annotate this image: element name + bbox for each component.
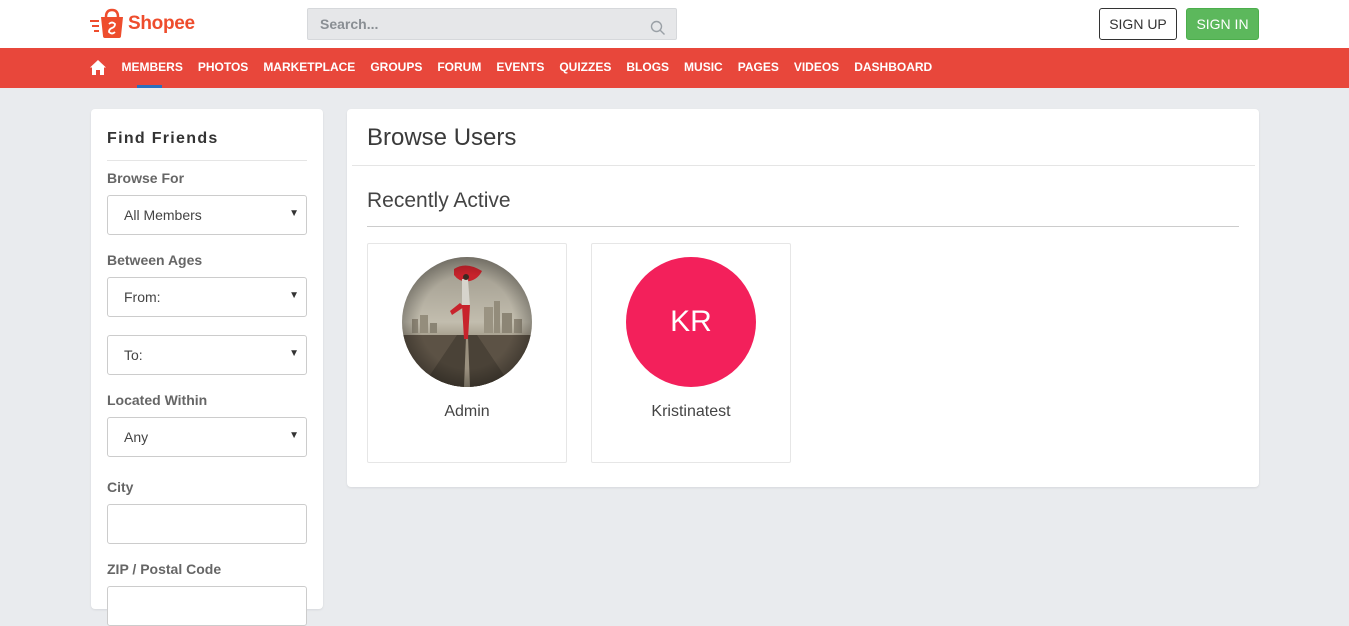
nav-items: MEMBERS PHOTOS MARKETPLACE GROUPS FORUM … xyxy=(114,48,940,88)
located-within-select[interactable]: Any ▼ xyxy=(107,417,307,457)
section-title: Recently Active xyxy=(367,189,511,212)
top-header: Shopee SIGN UP SIGN IN xyxy=(0,0,1349,48)
sign-in-button[interactable]: SIGN IN xyxy=(1186,8,1259,40)
home-icon[interactable] xyxy=(90,60,106,75)
avatar[interactable]: KR xyxy=(626,257,756,387)
city-label: City xyxy=(107,479,134,495)
caret-down-icon: ▼ xyxy=(289,290,299,301)
divider xyxy=(352,165,1255,166)
main-nav: MEMBERS PHOTOS MARKETPLACE GROUPS FORUM … xyxy=(0,48,1349,88)
age-from-value: From: xyxy=(124,289,161,305)
zip-label: ZIP / Postal Code xyxy=(107,561,222,577)
nav-item-quizzes[interactable]: QUIZZES xyxy=(552,48,619,88)
nav-item-videos[interactable]: VIDEOS xyxy=(786,48,846,88)
brand-name: Shopee xyxy=(128,13,195,34)
age-from-select[interactable]: From: ▼ xyxy=(107,277,307,317)
nav-item-music[interactable]: MUSIC xyxy=(677,48,731,88)
between-ages-label: Between Ages xyxy=(107,252,203,268)
age-to-select[interactable]: To: ▼ xyxy=(107,335,307,375)
dancer-photo-image xyxy=(402,257,532,387)
nav-item-forum[interactable]: FORUM xyxy=(430,48,489,88)
nav-item-blogs[interactable]: BLOGS xyxy=(619,48,677,88)
find-friends-title: Find Friends xyxy=(107,130,219,147)
browse-for-value: All Members xyxy=(124,207,202,223)
browse-for-label: Browse For xyxy=(107,170,185,186)
user-name[interactable]: Admin xyxy=(368,403,566,421)
nav-item-marketplace[interactable]: MARKETPLACE xyxy=(256,48,363,88)
nav-item-groups[interactable]: GROUPS xyxy=(363,48,430,88)
divider xyxy=(107,160,307,161)
nav-item-members[interactable]: MEMBERS xyxy=(114,48,190,88)
nav-item-events[interactable]: EVENTS xyxy=(489,48,552,88)
nav-item-dashboard[interactable]: DASHBOARD xyxy=(847,48,940,88)
caret-down-icon: ▼ xyxy=(289,430,299,441)
search-icon[interactable] xyxy=(650,20,666,36)
find-friends-panel: Find Friends Browse For All Members ▼ Be… xyxy=(91,109,323,626)
zip-input[interactable] xyxy=(107,586,307,626)
located-within-value: Any xyxy=(124,429,149,445)
brand-logo[interactable]: Shopee xyxy=(90,7,195,41)
search-input[interactable] xyxy=(308,9,676,39)
sign-up-button[interactable]: SIGN UP xyxy=(1099,8,1177,40)
avatar[interactable] xyxy=(402,257,532,387)
user-card[interactable]: KR Kristinatest xyxy=(591,243,791,463)
city-input[interactable] xyxy=(107,504,307,544)
located-within-label: Located Within xyxy=(107,392,208,408)
divider xyxy=(367,226,1239,227)
search-box xyxy=(307,8,677,40)
nav-item-photos[interactable]: PHOTOS xyxy=(190,48,255,88)
browse-for-select[interactable]: All Members ▼ xyxy=(107,195,307,235)
shopping-bag-icon xyxy=(90,8,123,38)
page-title: Browse Users xyxy=(367,124,517,151)
age-to-value: To: xyxy=(124,347,143,363)
user-card[interactable]: Admin xyxy=(367,243,567,463)
nav-item-pages[interactable]: PAGES xyxy=(730,48,786,88)
caret-down-icon: ▼ xyxy=(289,208,299,219)
caret-down-icon: ▼ xyxy=(289,348,299,359)
user-name[interactable]: Kristinatest xyxy=(592,403,790,421)
browse-users-panel: Browse Users Recently Active Admin KR Kr… xyxy=(347,109,1259,487)
